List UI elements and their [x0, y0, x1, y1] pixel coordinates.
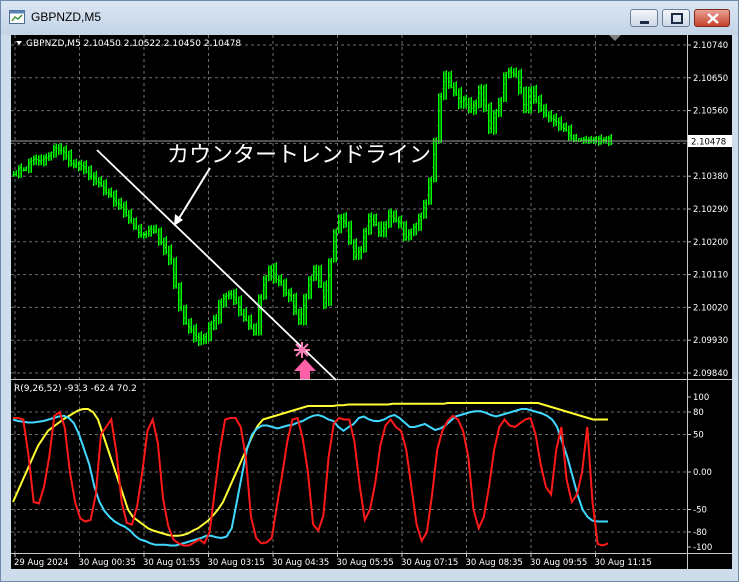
chart-header: GBPNZD,M5 2.10450 2.10522 2.10450 2.1047… [26, 39, 241, 49]
time-tick-label: 30 Aug 11:15 [595, 558, 652, 568]
price-tick-label: 2.10740 [693, 41, 728, 51]
current-price-label: 2.10478 [691, 138, 726, 148]
indicator-tick-label: -50 [693, 506, 707, 516]
price-tick-label: 2.10560 [693, 107, 728, 117]
close-icon [707, 13, 719, 24]
price-tick-label: 2.10290 [693, 205, 728, 215]
indicator-tick-label: -100 [693, 543, 712, 553]
price-tick-label: 2.10200 [693, 238, 728, 248]
window-title: GBPNZD,M5 [31, 10, 102, 24]
counter-trendline[interactable] [96, 149, 337, 381]
price-tick-label: 2.09930 [693, 336, 728, 346]
chart-window-icon [9, 10, 25, 24]
indicator-fast-line [13, 410, 609, 547]
price-tick-label: 2.09840 [693, 369, 728, 379]
buy-arrow-icon [294, 359, 316, 379]
indicator-header: R(9,26,52) -93.3 -62.4 70.2 [14, 384, 137, 394]
time-tick-label: 30 Aug 07:15 [401, 558, 458, 568]
indicator-lines [12, 402, 609, 547]
time-tick-label: 30 Aug 03:15 [208, 558, 265, 568]
minimize-button[interactable] [630, 9, 658, 27]
maximize-icon [671, 13, 683, 24]
price-tick-label: 2.10020 [693, 303, 728, 313]
price-chart[interactable]: 29 Aug 2024 30 Aug 00:35 30 Aug 01:55 30 Au… [11, 35, 732, 569]
price-tick-label: 2.10650 [693, 74, 728, 84]
indicator-slow-line [12, 402, 608, 537]
terminal-window: GBPNZD,M5 29 Aug 2024 30 Aug 00:35 30 Aug … [0, 0, 739, 582]
time-tick-label: 29 Aug 2024 [14, 558, 68, 568]
price-tick-label: 2.10110 [693, 271, 728, 281]
time-tick-label: 30 Aug 09:55 [530, 558, 587, 568]
time-tick-label: 30 Aug 01:55 [143, 558, 200, 568]
indicator-tick-label: 0.00 [693, 468, 712, 478]
indicator-tick-label: -80 [693, 528, 707, 538]
chart-canvas[interactable]: 29 Aug 2024 30 Aug 00:35 30 Aug 01:55 30 Au… [11, 35, 732, 569]
chart-grid [11, 35, 687, 553]
minimize-icon [640, 21, 649, 24]
window-bottom-border [1, 569, 738, 581]
maximize-button[interactable] [662, 9, 690, 27]
time-tick-label: 30 Aug 04:35 [272, 558, 329, 568]
trendline-annotation: カウンタートレンドライン [167, 143, 431, 168]
time-tick-label: 30 Aug 00:35 [79, 558, 136, 568]
indicator-tick-label: 80 [693, 408, 704, 418]
indicator-tick-label: 100 [693, 393, 709, 403]
price-candles [12, 66, 612, 347]
chart-shift-marker-icon[interactable] [609, 35, 621, 41]
signal-cross-icon [294, 342, 310, 358]
close-button[interactable] [694, 9, 730, 27]
indicator-tick-label: 50 [693, 431, 704, 441]
title-bar[interactable]: GBPNZD,M5 [1, 1, 738, 35]
symbol-dropdown-icon[interactable] [16, 41, 22, 45]
time-tick-label: 30 Aug 08:35 [466, 558, 523, 568]
price-tick-label: 2.10380 [693, 172, 728, 182]
time-tick-label: 30 Aug 05:55 [337, 558, 394, 568]
